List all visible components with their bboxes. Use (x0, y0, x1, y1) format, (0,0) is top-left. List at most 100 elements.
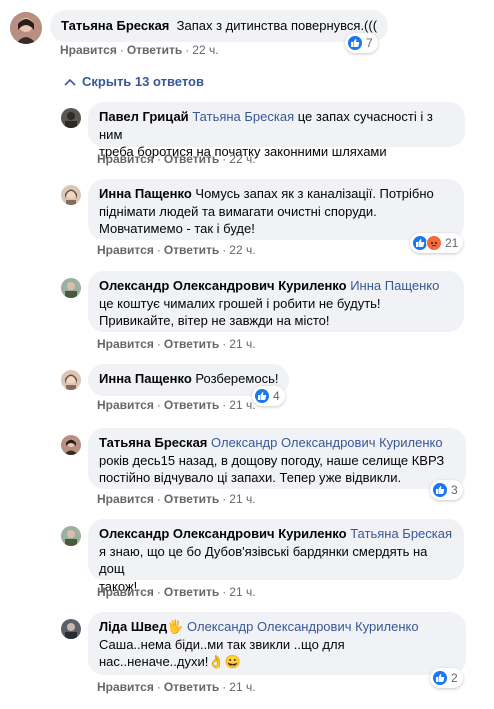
separator-dot: · (156, 680, 161, 694)
avatar[interactable] (61, 278, 81, 298)
avatar[interactable] (61, 619, 81, 639)
like-reaction-icon (254, 388, 270, 404)
timestamp[interactable]: 22 ч. (229, 243, 255, 257)
like-button[interactable]: Нравится (97, 680, 154, 694)
comment-actions: Нравится · Ответить · 22 ч. (97, 152, 256, 166)
separator-dot: · (222, 398, 227, 412)
comment-actions: Нравится · Ответить · 21 ч. (97, 398, 256, 412)
angry-reaction-icon (426, 235, 442, 251)
separator-dot: · (185, 43, 190, 57)
comment-text: Мовчатимемо - так і буде! (99, 221, 255, 236)
hide-replies-link[interactable]: Скрыть 13 ответов (64, 74, 204, 89)
reply-button[interactable]: Ответить (164, 337, 219, 351)
comment-actions: Нравится · Ответить · 21 ч. (97, 585, 256, 599)
like-reaction-icon (432, 670, 448, 686)
like-button[interactable]: Нравится (97, 337, 154, 351)
comment-author[interactable]: Татьяна Бреская (99, 435, 207, 450)
like-button[interactable]: Нравится (97, 243, 154, 257)
separator-dot: · (222, 243, 227, 257)
timestamp[interactable]: 21 ч. (229, 398, 255, 412)
like-button[interactable]: Нравится (60, 43, 117, 57)
comment-text: Запах з дитинства повернувся.((( (176, 18, 378, 33)
mention-link[interactable]: Татьяна Бреская (350, 526, 452, 541)
separator-dot: · (119, 43, 124, 57)
reaction-counter[interactable]: 21 (410, 233, 464, 253)
comment-actions: Нравится · Ответить · 22 ч. (97, 243, 256, 257)
mention-link[interactable]: Олександр Олександрович Куриленко (187, 619, 419, 634)
comment-author[interactable]: Олександр Олександрович Куриленко (99, 278, 347, 293)
comment-text: Чомусь запах як з каналізації. Потрібно (191, 186, 434, 201)
comment-text: піднімати людей та вимагати очистні спор… (99, 203, 377, 219)
timestamp[interactable]: 21 ч. (229, 680, 255, 694)
like-button[interactable]: Нравится (97, 152, 154, 166)
avatar[interactable] (61, 435, 81, 455)
comment-text: я знаю, що це бо Дубов'язівські бардянки… (99, 543, 428, 577)
reaction-count: 4 (273, 389, 280, 403)
reaction-counter[interactable]: 2 (430, 668, 463, 688)
reaction-counter[interactable]: 4 (252, 386, 285, 406)
mention-link[interactable]: Олександр Олександрович Куриленко (211, 435, 443, 450)
reaction-counter[interactable]: 3 (430, 480, 463, 500)
timestamp[interactable]: 21 ч. (229, 337, 255, 351)
separator-dot: · (156, 337, 161, 351)
timestamp[interactable]: 21 ч. (229, 492, 255, 506)
separator-dot: · (156, 243, 161, 257)
separator-dot: · (156, 585, 161, 599)
avatar[interactable] (10, 12, 42, 44)
avatar[interactable] (61, 526, 81, 546)
hide-replies-label: Скрыть 13 ответов (82, 74, 204, 89)
comment-author[interactable]: Татьяна Бреская (61, 18, 169, 33)
timestamp[interactable]: 21 ч. (229, 585, 255, 599)
reply-button[interactable]: Ответить (164, 152, 219, 166)
comment-text: Привикайте, вітер не завжди на місто! (99, 313, 330, 328)
separator-dot: · (222, 152, 227, 166)
chevron-up-icon (64, 78, 76, 86)
separator-dot: · (222, 680, 227, 694)
reply-button[interactable]: Ответить (164, 492, 219, 506)
comment-author[interactable]: Ліда Швед (99, 619, 167, 634)
separator-dot: · (222, 585, 227, 599)
like-reaction-icon (432, 482, 448, 498)
comment-text: це коштує чималих грошей і робити не буд… (99, 295, 381, 311)
comment-bubble: Олександр Олександрович Куриленко Татьян… (88, 519, 464, 594)
comment-actions: Нравится · Ответить · 22 ч. (60, 43, 219, 57)
reply-button[interactable]: Ответить (164, 585, 219, 599)
comment-text: Розберемось! (191, 371, 279, 386)
reply-button[interactable]: Ответить (127, 43, 182, 57)
waving-hand-icon: 🖐 (167, 619, 184, 634)
separator-dot: · (156, 398, 161, 412)
comment-author[interactable]: Инна Пащенко (99, 186, 192, 201)
like-button[interactable]: Нравится (97, 398, 154, 412)
comment-text: нас..неначе..духи! (99, 654, 209, 669)
like-button[interactable]: Нравится (97, 585, 154, 599)
separator-dot: · (156, 492, 161, 506)
comment-author[interactable]: Павел Грицай (99, 109, 189, 124)
comment-bubble: Инна Пащенко Чомусь запах як з каналізац… (88, 179, 464, 240)
like-reaction-icon (347, 35, 363, 51)
comment-text: постійно відчувало ці запахи. Тепер уже … (99, 470, 402, 485)
comment-author[interactable]: Инна Пащенко (99, 371, 192, 386)
comment-bubble: Олександр Олександрович Куриленко Инна П… (88, 271, 464, 332)
like-button[interactable]: Нравится (97, 492, 154, 506)
separator-dot: · (156, 152, 161, 166)
reaction-count: 7 (366, 36, 373, 50)
avatar[interactable] (61, 108, 81, 128)
separator-dot: · (222, 337, 227, 351)
mention-link[interactable]: Инна Пащенко (350, 278, 439, 293)
reaction-counter[interactable]: 7 (345, 33, 378, 53)
mention-link[interactable]: Татьяна Бреская (192, 109, 294, 124)
timestamp[interactable]: 22 ч. (192, 43, 218, 57)
comment-author[interactable]: Олександр Олександрович Куриленко (99, 526, 347, 541)
reply-button[interactable]: Ответить (164, 243, 219, 257)
comment-actions: Нравится · Ответить · 21 ч. (97, 492, 256, 506)
comment-bubble: Ліда Швед🖐 Олександр Олександрович Курил… (88, 612, 466, 675)
comment-actions: Нравится · Ответить · 21 ч. (97, 680, 256, 694)
comment-text: Саша..нема біди..ми так звикли ..що для (99, 636, 345, 652)
avatar[interactable] (61, 370, 81, 390)
reply-button[interactable]: Ответить (164, 680, 219, 694)
comment-bubble: Татьяна Бреская Запах з дитинства поверн… (50, 10, 389, 42)
timestamp[interactable]: 22 ч. (229, 152, 255, 166)
avatar[interactable] (61, 185, 81, 205)
comment-actions: Нравится · Ответить · 21 ч. (97, 337, 256, 351)
reply-button[interactable]: Ответить (164, 398, 219, 412)
